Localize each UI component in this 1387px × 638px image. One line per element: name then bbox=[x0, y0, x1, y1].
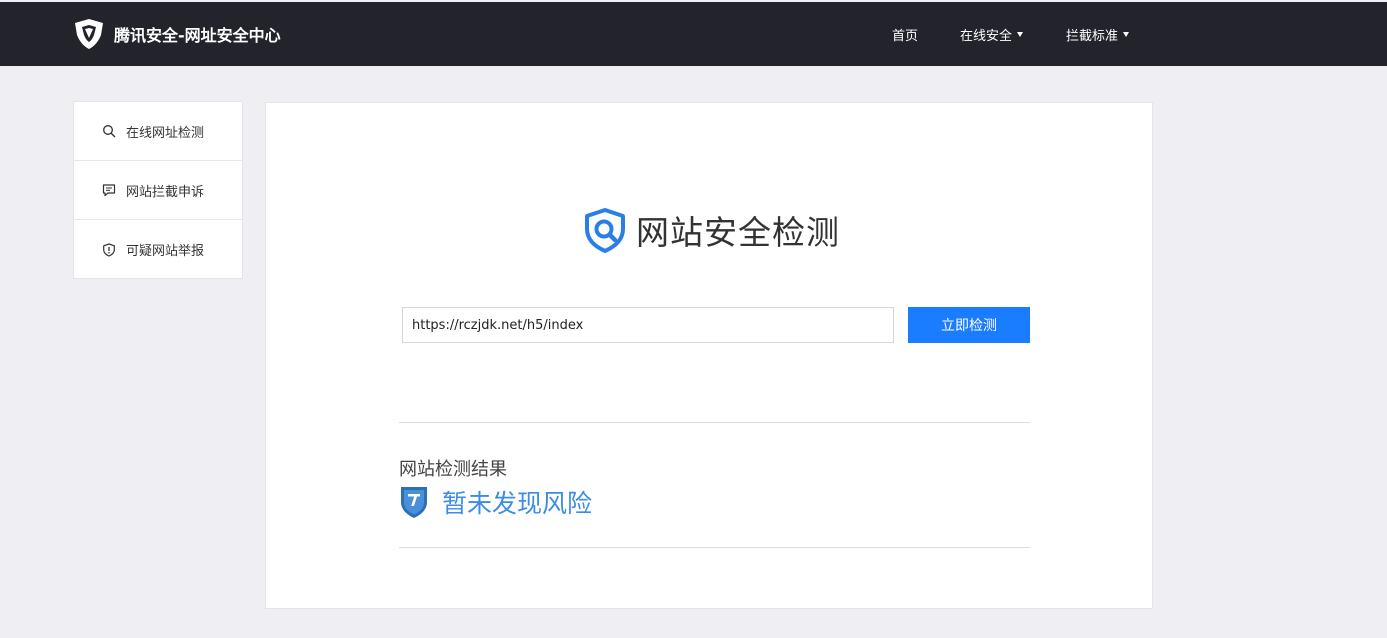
sidebar: 在线网址检测 网站拦截申诉 可疑网站举报 bbox=[73, 101, 243, 279]
result-label: 网站检测结果 bbox=[399, 459, 507, 480]
page-heading: 网站安全检测 bbox=[582, 206, 840, 254]
shield-alert-icon bbox=[103, 242, 115, 257]
nav-online-security-label: 在线安全 bbox=[960, 28, 1013, 44]
sidebar-item-label: 在线网址检测 bbox=[126, 125, 205, 141]
sidebar-item-label: 可疑网站举报 bbox=[126, 244, 205, 259]
site-logo[interactable]: 腾讯安全-网址安全中心 bbox=[72, 16, 281, 52]
search-icon bbox=[103, 125, 116, 138]
page-title: 网站安全检测 bbox=[636, 213, 840, 252]
sidebar-item-label: 网站拦截申诉 bbox=[126, 184, 205, 200]
nav-block-standard-label: 拦截标准 bbox=[1066, 28, 1119, 44]
divider bbox=[399, 547, 1030, 548]
sidebar-item-url-check[interactable]: 在线网址检测 bbox=[74, 102, 242, 161]
sidebar-item-appeal[interactable]: 网站拦截申诉 bbox=[74, 161, 242, 220]
divider bbox=[399, 422, 1030, 423]
caret-down-icon bbox=[1017, 31, 1024, 37]
chat-bubble-icon bbox=[102, 184, 116, 197]
shield-search-icon bbox=[585, 208, 625, 253]
nav-home-label: 首页 bbox=[892, 28, 919, 44]
nav-online-security[interactable]: 在线安全 bbox=[960, 2, 1024, 66]
site-title: 腾讯安全-网址安全中心 bbox=[114, 26, 281, 45]
caret-down-icon bbox=[1123, 31, 1130, 37]
top-navbar: 腾讯安全-网址安全中心 首页 在线安全 拦截标准 bbox=[0, 2, 1387, 66]
tencent-security-logo-icon bbox=[75, 19, 103, 49]
result-status-text: 暂未发现风险 bbox=[442, 489, 593, 518]
nav-home[interactable]: 首页 bbox=[892, 2, 918, 66]
nav-block-standard[interactable]: 拦截标准 bbox=[1066, 2, 1130, 66]
check-now-button[interactable]: 立即检测 bbox=[908, 307, 1030, 343]
sidebar-item-report[interactable]: 可疑网站举报 bbox=[74, 220, 242, 279]
result-status: 暂未发现风险 bbox=[399, 484, 592, 520]
shield-safe-icon bbox=[401, 487, 427, 518]
main-panel: 网站安全检测 立即检测 网站检测结果 暂未发现风险 bbox=[265, 102, 1153, 609]
url-input[interactable] bbox=[402, 307, 894, 343]
